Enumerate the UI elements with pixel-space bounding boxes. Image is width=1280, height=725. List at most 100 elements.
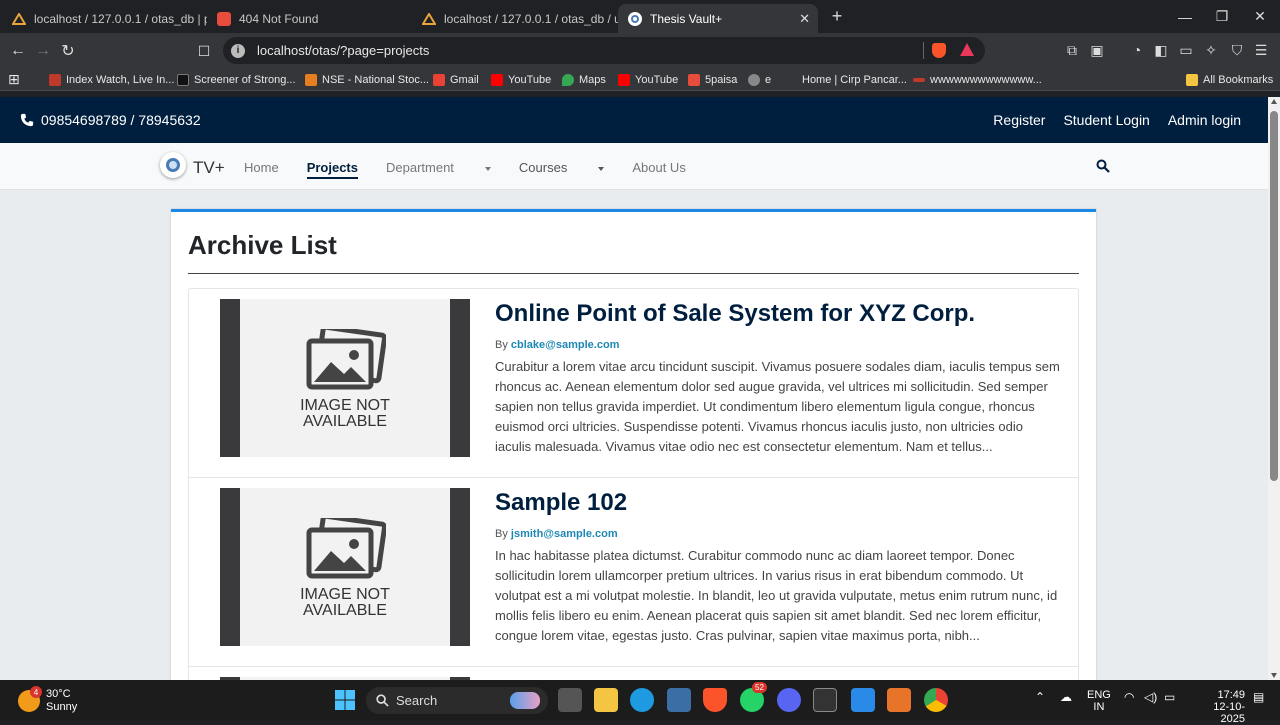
project-thumbnail[interactable]: IMAGE NOT AVAILABLE — [220, 488, 470, 646]
bookmarks-bar: ⊞ Index Watch, Live In... Screener of St… — [0, 68, 1280, 91]
register-link[interactable]: Register — [993, 112, 1045, 128]
bookmark-item[interactable]: 5paisa — [688, 71, 737, 88]
tray-overflow-icon[interactable]: ⌃ — [1035, 691, 1045, 703]
edge-icon[interactable] — [630, 688, 654, 712]
menu-icon[interactable]: ☰ — [1252, 41, 1270, 59]
sidebar-icon[interactable]: ◧ — [1152, 41, 1170, 59]
close-tab-icon[interactable]: ✕ — [799, 11, 810, 27]
tab-404[interactable]: 404 Not Found — [207, 4, 412, 33]
brave-icon[interactable] — [703, 688, 727, 712]
bookmark-favicon — [177, 73, 189, 86]
nav-about[interactable]: About Us — [632, 160, 685, 179]
project-author: By jsmith@sample.com — [495, 528, 1060, 540]
bookmark-icon[interactable]: ☐ — [192, 39, 216, 63]
reload-button[interactable]: ↻ — [56, 39, 80, 63]
author-email[interactable]: jsmith@sample.com — [511, 528, 618, 540]
project-title[interactable]: Online Point of Sale System for XYZ Corp… — [495, 299, 1060, 329]
bookmark-label: e — [765, 73, 772, 86]
whatsapp-icon[interactable]: 52 — [740, 682, 767, 712]
volume-icon[interactable]: ◁) — [1144, 691, 1157, 703]
discord-icon[interactable] — [777, 688, 801, 712]
maximize-button[interactable]: ❐ — [1203, 0, 1241, 33]
battery-icon[interactable]: ▭ — [1164, 691, 1175, 703]
forward-button[interactable]: → — [31, 39, 55, 63]
project-item[interactable]: IMAGE NOT AVAILABLE Sample 102 By jsmith@… — [189, 478, 1078, 667]
nav-courses[interactable]: Courses — [519, 160, 605, 179]
bookmark-item[interactable]: wwwwwwwwwwwww... — [913, 71, 1042, 88]
site-info-icon[interactable]: i — [231, 43, 245, 58]
bookmark-label: Maps — [579, 73, 606, 86]
globe-icon — [748, 73, 760, 86]
notifications-icon[interactable]: ▤ — [1253, 691, 1264, 703]
divider — [188, 273, 1079, 274]
xampp-icon[interactable] — [887, 688, 911, 712]
tab-search-icon[interactable]: ▣ — [1088, 41, 1106, 59]
bookmark-item[interactable]: NSE - National Stoc... — [305, 71, 429, 88]
brand-name[interactable]: TV+ — [193, 158, 225, 178]
project-item-partial[interactable] — [189, 667, 1078, 680]
store-icon[interactable] — [667, 688, 691, 712]
project-author: By cblake@sample.com — [495, 339, 1060, 351]
terminal-icon[interactable] — [813, 688, 837, 712]
search-icon[interactable] — [1096, 159, 1110, 173]
top-links: Register Student Login Admin login — [993, 112, 1241, 128]
caret-down-icon — [598, 166, 605, 171]
wifi-icon[interactable]: ◠ — [1124, 691, 1134, 703]
vpn-icon[interactable]: ⛉ — [1228, 41, 1246, 59]
student-login-link[interactable]: Student Login — [1063, 112, 1149, 128]
bookmark-item[interactable]: Maps — [562, 71, 606, 88]
bookmark-item[interactable]: Gmail — [433, 71, 479, 88]
wallet-icon[interactable]: ▭ — [1177, 41, 1195, 59]
bookmark-label: NSE - National Stoc... — [322, 73, 429, 86]
admin-login-link[interactable]: Admin login — [1168, 112, 1241, 128]
leo-ai-icon[interactable]: ✧ — [1202, 41, 1220, 59]
project-description: In hac habitasse platea dictumst. Curabi… — [495, 548, 1058, 643]
vscode-icon[interactable] — [851, 688, 875, 712]
apps-icon[interactable]: ⊞ — [8, 71, 20, 88]
weather-widget[interactable]: 4 30°C Sunny — [18, 686, 77, 714]
chrome-icon[interactable] — [924, 688, 948, 712]
language-indicator[interactable]: ENG IN — [1087, 689, 1111, 713]
tab-phpmyadmin-1[interactable]: localhost / 127.0.0.1 / otas_db | phpM — [2, 4, 207, 33]
bookmark-item[interactable]: YouTube — [618, 71, 678, 88]
tab-strip: localhost / 127.0.0.1 / otas_db | phpM 4… — [0, 0, 1280, 33]
speed-icon[interactable]: ◔ — [1128, 41, 1146, 59]
site-logo[interactable] — [160, 152, 186, 178]
task-view-icon[interactable] — [558, 688, 582, 712]
page-scrollbar[interactable] — [1268, 97, 1280, 680]
brave-rewards-icon[interactable] — [960, 43, 974, 56]
project-title[interactable]: Sample 102 — [495, 488, 1060, 518]
nav-department[interactable]: Department — [386, 160, 491, 179]
project-thumbnail[interactable]: IMAGE NOT AVAILABLE — [220, 299, 470, 457]
extensions-icon[interactable]: ⧉ — [1063, 41, 1081, 59]
whatsapp-badge: 52 — [752, 682, 767, 693]
nav-projects[interactable]: Projects — [306, 160, 358, 179]
file-explorer-icon[interactable] — [594, 688, 618, 712]
close-window-button[interactable]: ✕ — [1241, 0, 1279, 33]
placeholder-line-2: AVAILABLE — [303, 602, 387, 619]
nav-home[interactable]: Home — [244, 160, 279, 179]
all-bookmarks[interactable]: All Bookmarks — [1186, 71, 1273, 88]
security-icon[interactable]: ☁ — [1060, 691, 1072, 703]
start-button[interactable] — [333, 688, 357, 712]
bookmark-item[interactable]: YouTube — [491, 71, 551, 88]
tab-phpmyadmin-2[interactable]: localhost / 127.0.0.1 / otas_db / users — [412, 4, 618, 33]
tab-thesis-vault[interactable]: Thesis Vault+ ✕ — [618, 4, 818, 33]
address-bar[interactable]: i localhost/otas/?page=projects — [223, 37, 985, 64]
scroll-up-icon[interactable] — [1271, 99, 1277, 104]
bookmark-item[interactable]: e — [748, 71, 771, 88]
bookmark-item[interactable]: Home | Cirp Pancar... — [785, 71, 907, 88]
scrollbar-thumb[interactable] — [1270, 111, 1278, 481]
new-tab-button[interactable]: + — [818, 0, 856, 33]
scroll-down-icon[interactable] — [1271, 673, 1277, 678]
back-button[interactable]: ← — [6, 39, 30, 63]
author-email[interactable]: cblake@sample.com — [511, 339, 620, 351]
project-item[interactable]: IMAGE NOT AVAILABLE Online Point of Sale … — [189, 289, 1078, 478]
search-label: Search — [396, 693, 438, 708]
bookmark-item[interactable]: Index Watch, Live In... — [49, 71, 174, 88]
minimize-button[interactable]: — — [1166, 0, 1204, 33]
taskbar-search[interactable]: Search — [366, 687, 548, 714]
brave-shields-icon[interactable] — [932, 43, 946, 58]
bookmark-item[interactable]: Screener of Strong... — [177, 71, 296, 88]
search-highlight-icon — [510, 692, 540, 709]
